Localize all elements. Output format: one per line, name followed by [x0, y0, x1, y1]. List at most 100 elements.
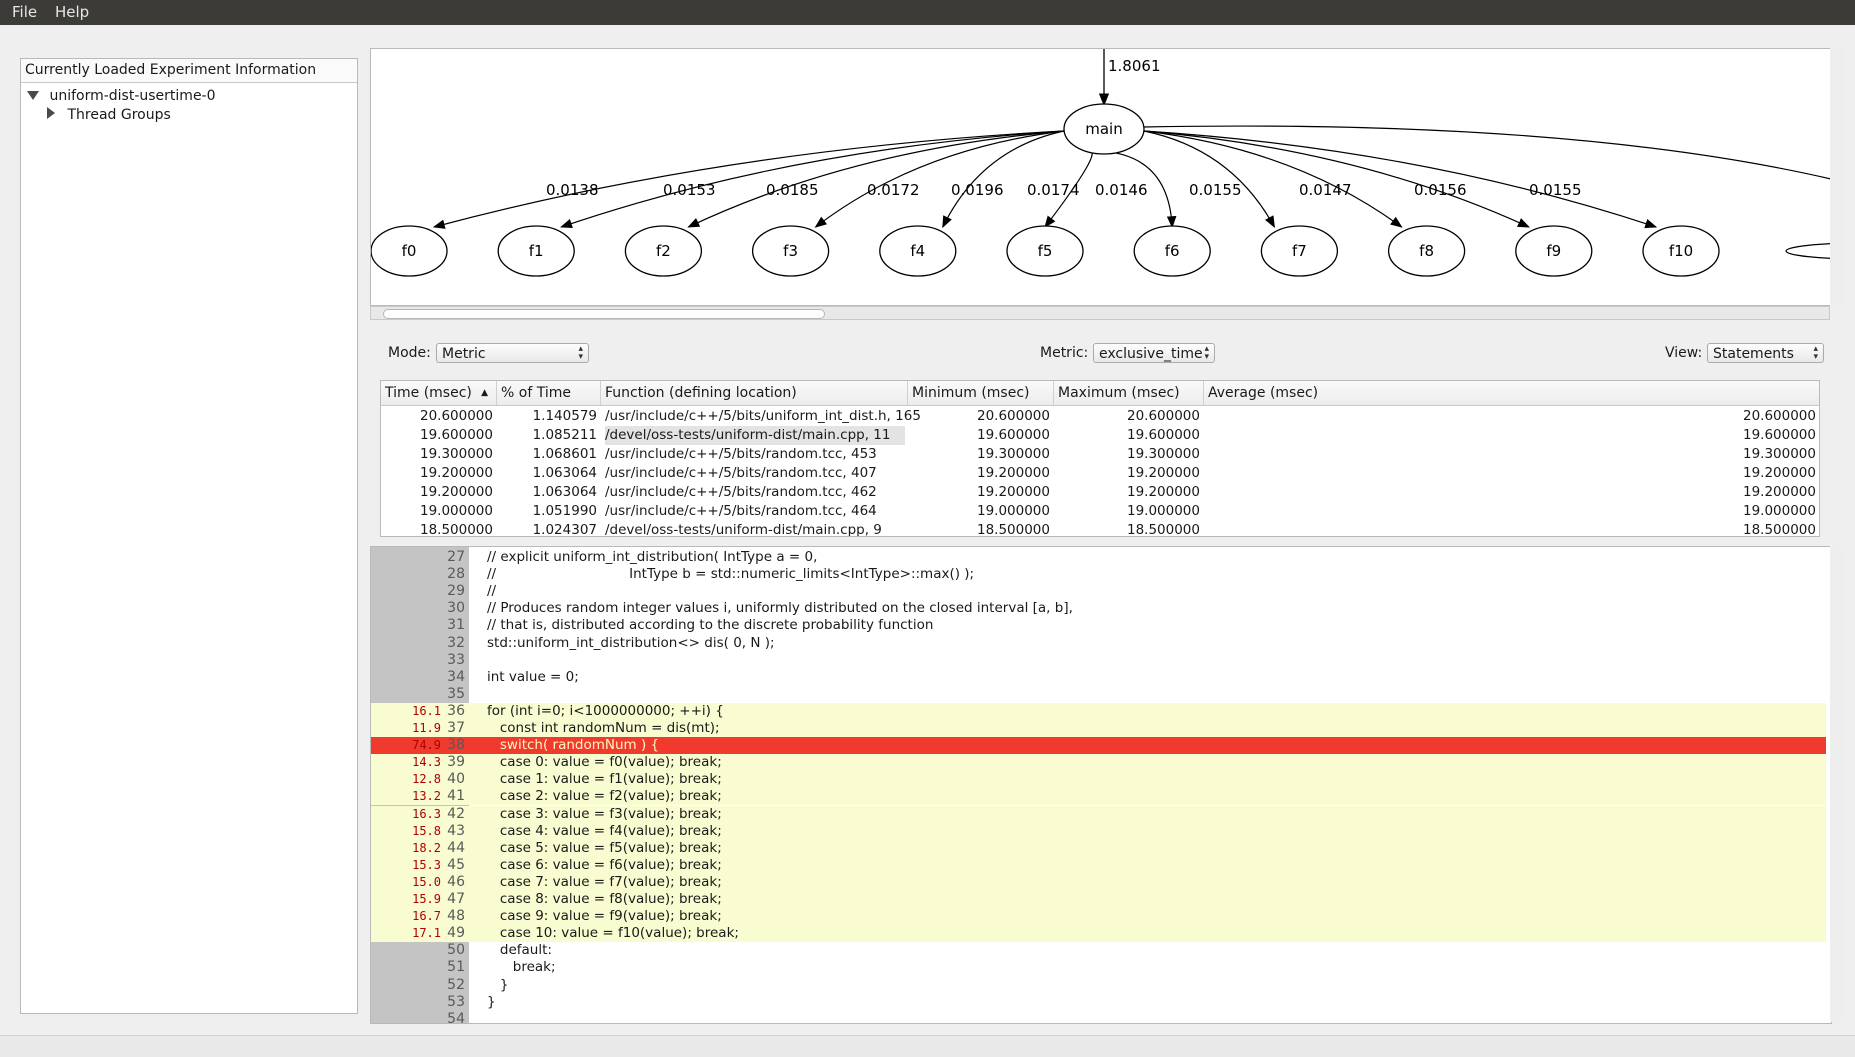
- source-line[interactable]: 15.0 46 case 7: value = f7(value); break;: [371, 873, 1826, 891]
- table-cell: 19.200000: [419, 484, 493, 500]
- source-line[interactable]: 51 break;: [371, 959, 1826, 976]
- table-cell: 19.300000: [1742, 446, 1816, 462]
- source-line[interactable]: 15.8 43 case 4: value = f4(value); break;: [371, 822, 1826, 840]
- mode-select[interactable]: Metric ▴ ▾: [436, 343, 589, 363]
- graph-horizontal-scrollbar[interactable]: [370, 306, 1830, 320]
- column-time[interactable]: Time (msec) ▲: [381, 381, 497, 405]
- menu-help[interactable]: Help: [55, 3, 89, 21]
- source-line[interactable]: 27 // explicit uniform_int_distribution( …: [371, 549, 1826, 566]
- table-row[interactable]: 19.200000 1.063064/usr/include/c++/5/bits…: [381, 464, 1819, 483]
- source-line[interactable]: 74.9 38 switch( randomNum ) {: [371, 737, 1826, 755]
- line-code: }: [487, 976, 509, 993]
- line-percent: 16.7: [412, 909, 441, 924]
- graph-node-f5[interactable]: f5: [1006, 225, 1084, 277]
- source-line[interactable]: 29 //: [371, 583, 1826, 600]
- source-line[interactable]: 15.3 45 case 6: value = f6(value); break;: [371, 856, 1826, 874]
- mode-select-value: Metric: [442, 346, 486, 362]
- source-line[interactable]: 53}: [371, 994, 1826, 1011]
- table-cell: 19.200000: [1742, 484, 1816, 500]
- graph-node-f2[interactable]: f2: [624, 225, 703, 277]
- graph-vertical-scrollbar[interactable]: [1830, 48, 1844, 306]
- graph-node-f8[interactable]: f8: [1387, 225, 1466, 277]
- source-vertical-scrollbar[interactable]: [1830, 546, 1844, 1022]
- source-line[interactable]: 33: [371, 652, 1826, 669]
- graph-node-f7[interactable]: f7: [1260, 225, 1339, 277]
- graph-node-f1[interactable]: f1: [497, 225, 575, 277]
- node-label: f5: [1038, 242, 1053, 260]
- table-cell: 19.000000: [1126, 503, 1200, 519]
- source-line[interactable]: 35: [371, 686, 1826, 703]
- line-code: // explicit uniform_int_distribution( In…: [487, 549, 818, 565]
- source-line[interactable]: 54: [371, 1011, 1826, 1023]
- table-row[interactable]: 20.600000 1.140579/usr/include/c++/5/bits…: [381, 407, 1819, 426]
- table-vertical-scrollbar[interactable]: [1820, 380, 1834, 535]
- column-maximum[interactable]: Maximum (msec): [1054, 381, 1204, 405]
- graph-node-f10[interactable]: f10: [1642, 225, 1720, 277]
- table-row[interactable]: 18.500000 1.024307/devel/oss-tests/unifor…: [381, 521, 1819, 537]
- table-row[interactable]: 19.600000 1.085211/devel/oss-tests/unifor…: [381, 426, 1819, 445]
- source-line[interactable]: 52 }: [371, 977, 1826, 994]
- source-line[interactable]: 11.9 37 const int randomNum = dis(mt);: [371, 720, 1826, 737]
- line-number: 48: [447, 908, 465, 925]
- call-graph-view[interactable]: 1.8061 0.0138 f0 0.0153 f1 0.0185 f2 0.0172 f3 0.…: [370, 48, 1832, 306]
- source-code-view[interactable]: 27 // explicit uniform_int_distribution( …: [370, 546, 1832, 1024]
- source-line[interactable]: 28 // IntType b = std::numeric_limits<Int…: [371, 566, 1826, 583]
- node-label: f2: [656, 242, 671, 260]
- metrics-table[interactable]: Time (msec) ▲ % of Time Function (defini…: [380, 380, 1820, 537]
- line-number: 28: [447, 566, 465, 583]
- source-line[interactable]: 13.2 41 case 2: value = f2(value); break;: [371, 788, 1826, 806]
- expanded-arrow-icon[interactable]: [27, 91, 39, 100]
- table-cell: 19.000000: [976, 503, 1050, 519]
- line-percent: 14.3: [412, 755, 441, 770]
- status-bar: [0, 1035, 1855, 1057]
- graph-node-f4[interactable]: f4: [879, 225, 957, 277]
- source-line[interactable]: 14.3 39 case 0: value = f0(value); break;: [371, 754, 1826, 772]
- edge-weight-label: 0.0155: [1189, 181, 1242, 199]
- source-line[interactable]: 16.3 42 case 3: value = f3(value); break;: [371, 805, 1826, 823]
- graph-node-f6[interactable]: f6: [1133, 225, 1211, 277]
- tree-item-experiment[interactable]: uniform-dist-usertime-0: [27, 88, 216, 104]
- source-line[interactable]: 18.2 44 case 5: value = f5(value); break;: [371, 839, 1826, 857]
- source-line[interactable]: 16.1 36 for (int i=0; i<1000000000; ++i) {: [371, 702, 1826, 720]
- view-select[interactable]: Statements ▴ ▾: [1707, 343, 1824, 363]
- source-line[interactable]: 34 int value = 0;: [371, 669, 1826, 686]
- edge-weight-label: 0.0172: [867, 181, 920, 199]
- line-code: const int randomNum = dis(mt);: [487, 720, 720, 736]
- source-line[interactable]: 12.8 40 case 1: value = f1(value); break;: [371, 771, 1826, 789]
- tree-item-thread-groups[interactable]: Thread Groups: [47, 107, 171, 123]
- table-row[interactable]: 19.000000 1.051990/usr/include/c++/5/bits…: [381, 502, 1819, 521]
- graph-node-f9[interactable]: f9: [1515, 225, 1593, 277]
- table-cell: 19.200000: [976, 465, 1050, 481]
- menu-file[interactable]: File: [12, 3, 37, 21]
- source-line[interactable]: 15.9 47 case 8: value = f8(value); break;: [371, 891, 1826, 908]
- graph-node-f3[interactable]: f3: [751, 225, 830, 277]
- source-line[interactable]: 31 // that is, distributed according to t…: [371, 617, 1826, 634]
- line-code: // Produces random integer values i, uni…: [487, 600, 1073, 617]
- source-line[interactable]: 32 std::uniform_int_distribution<> dis( 0…: [371, 635, 1826, 652]
- node-label: f10: [1669, 242, 1693, 260]
- table-row[interactable]: 19.200000 1.063064/usr/include/c++/5/bits…: [381, 483, 1819, 502]
- column-function[interactable]: Function (defining location): [601, 381, 908, 405]
- source-line[interactable]: 16.7 48 case 9: value = f9(value); break;: [371, 908, 1826, 926]
- table-cell: 19.200000: [1126, 465, 1200, 481]
- table-row[interactable]: 19.300000 1.068601/usr/include/c++/5/bits…: [381, 445, 1819, 464]
- table-cell: 18.500000: [1126, 522, 1200, 537]
- column-minimum[interactable]: Minimum (msec): [908, 381, 1054, 405]
- source-line[interactable]: 50 default:: [371, 942, 1826, 959]
- source-line[interactable]: 17.1 49 case 10: value = f10(value); brea…: [371, 925, 1826, 943]
- collapsed-arrow-icon[interactable]: [47, 107, 55, 119]
- graph-node-f0[interactable]: f0: [371, 225, 448, 277]
- table-cell: 1.085211: [532, 427, 597, 443]
- source-line[interactable]: 30 // Produces random integer values i, u…: [371, 600, 1826, 617]
- table-cell: /usr/include/c++/5/bits/random.tcc, 464: [605, 503, 877, 519]
- table-cell: 19.300000: [1126, 446, 1200, 462]
- graph-scroll-thumb[interactable]: [383, 309, 825, 319]
- column-average[interactable]: Average (msec): [1204, 381, 1819, 405]
- line-code: case 5: value = f5(value); break;: [487, 839, 722, 856]
- metric-select-value: exclusive_time: [1099, 346, 1203, 362]
- column-percent[interactable]: % of Time: [497, 381, 601, 405]
- metric-select[interactable]: exclusive_time ▴ ▾: [1093, 343, 1215, 363]
- table-cell: 19.300000: [419, 446, 493, 462]
- table-cell: 19.200000: [419, 465, 493, 481]
- graph-node-main[interactable]: main: [1063, 103, 1145, 155]
